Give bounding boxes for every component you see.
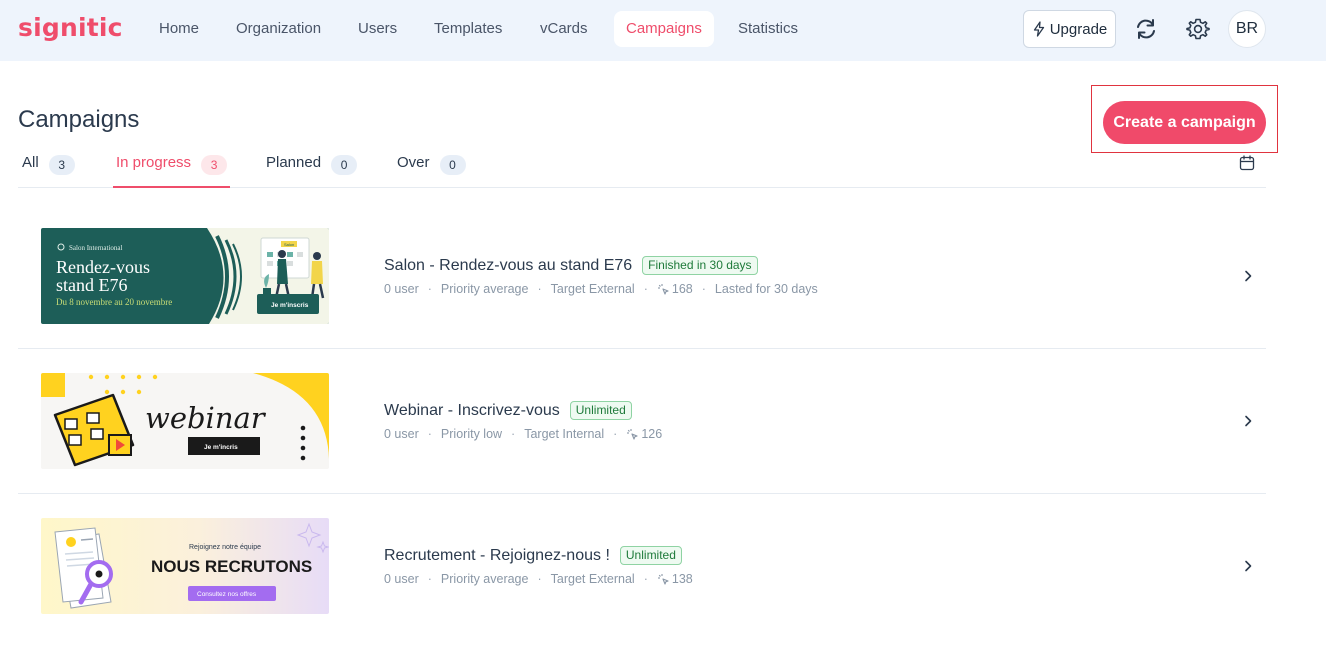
create-campaign-button[interactable]: Create a campaign xyxy=(1103,101,1266,144)
campaign-title[interactable]: Recrutement - Rejoignez-nous ! xyxy=(384,547,610,565)
banner-eyebrow: Rejoignez notre équipe xyxy=(189,544,261,551)
meta-target: Target External xyxy=(550,282,635,296)
nav-organization[interactable]: Organization xyxy=(224,11,333,47)
banner-calendar-tag: Salon xyxy=(284,242,294,247)
tab-label: Over xyxy=(397,154,430,171)
campaign-banner-recrutement: Rejoignez notre équipe NOUS RECRUTONS Co… xyxy=(41,518,329,614)
campaign-row[interactable]: Salon International Rendez-vous stand E7… xyxy=(18,204,1266,349)
upgrade-button[interactable]: Upgrade xyxy=(1023,10,1116,48)
sync-button[interactable] xyxy=(1129,12,1163,46)
nav-campaigns[interactable]: Campaigns xyxy=(614,11,714,47)
meta-target: Target Internal xyxy=(524,427,605,441)
campaign-filter-tabs: All 3 In progress 3 Planned 0 Over 0 xyxy=(18,150,1266,188)
click-icon xyxy=(657,283,669,295)
banner-headline-2: stand E76 xyxy=(56,275,128,295)
banner-dates: Du 8 novembre au 20 novembre xyxy=(56,297,172,307)
tab-all[interactable]: All 3 xyxy=(22,150,75,188)
meta-clicks: 168 xyxy=(671,282,693,296)
meta-priority: Priority low xyxy=(440,427,503,441)
meta-priority: Priority average xyxy=(440,282,529,296)
tab-planned[interactable]: Planned 0 xyxy=(266,150,358,188)
campaign-row[interactable]: webinar Je m'incris Webinar - Inscrivez-… xyxy=(18,349,1266,494)
banner-cta: Je m'inscris xyxy=(271,302,309,309)
meta-users: 0 user xyxy=(384,282,419,296)
click-icon xyxy=(657,573,669,585)
nav-home[interactable]: Home xyxy=(147,11,211,47)
lightning-icon xyxy=(1033,21,1044,37)
gear-icon xyxy=(1186,18,1210,40)
banner-headline-1: Rendez-vous xyxy=(56,257,150,277)
meta-clicks: 138 xyxy=(671,572,693,586)
user-avatar[interactable]: BR xyxy=(1228,10,1266,48)
meta-clicks: 126 xyxy=(641,427,663,441)
campaign-meta: 0 user · Priority average · Target Exter… xyxy=(384,572,693,586)
status-badge: Unlimited xyxy=(569,401,632,420)
chevron-right-icon[interactable] xyxy=(1241,414,1255,428)
status-badge: Finished in 30 days xyxy=(642,256,758,275)
nav-users[interactable]: Users xyxy=(346,11,409,47)
status-badge: Unlimited xyxy=(619,546,682,565)
tab-count: 3 xyxy=(201,155,228,175)
campaign-meta: 0 user · Priority average · Target Exter… xyxy=(384,282,818,296)
tab-count: 0 xyxy=(439,155,466,175)
campaign-banner-webinar: webinar Je m'incris xyxy=(41,373,329,469)
chevron-right-icon[interactable] xyxy=(1241,269,1255,283)
nav-vcards[interactable]: vCards xyxy=(528,11,600,47)
sync-icon xyxy=(1137,19,1155,39)
tab-label: Planned xyxy=(266,154,322,171)
banner-headline: NOUS RECRUTONS xyxy=(151,557,312,576)
campaign-title[interactable]: Webinar - Inscrivez-vous xyxy=(384,402,560,420)
chevron-right-icon[interactable] xyxy=(1241,559,1255,573)
banner-cta: Je m'incris xyxy=(204,444,238,451)
banner-eyebrow: Salon International xyxy=(69,244,123,252)
tab-in-progress[interactable]: In progress 3 xyxy=(113,150,230,188)
click-icon xyxy=(627,428,638,440)
banner-headline: webinar xyxy=(145,401,267,435)
top-navigation-bar: signitic Home Organization Users Templat… xyxy=(0,0,1326,61)
meta-target: Target External xyxy=(550,572,635,586)
campaign-banner-salon: Salon International Rendez-vous stand E7… xyxy=(41,228,329,324)
meta-duration: Lasted for 30 days xyxy=(714,282,818,296)
meta-users: 0 user xyxy=(384,427,419,441)
tab-label: In progress xyxy=(116,154,192,171)
campaign-row[interactable]: Rejoignez notre équipe NOUS RECRUTONS Co… xyxy=(18,494,1266,639)
banner-cta: Consultez nos offres xyxy=(197,591,257,598)
page-title: Campaigns xyxy=(18,106,140,133)
meta-users: 0 user xyxy=(384,572,419,586)
signitic-logo[interactable]: signitic xyxy=(18,13,123,42)
campaign-meta: 0 user · Priority low · Target Internal … xyxy=(384,427,663,441)
meta-priority: Priority average xyxy=(440,572,529,586)
tab-label: All xyxy=(22,154,39,171)
tab-over[interactable]: Over 0 xyxy=(397,150,466,188)
tab-count: 0 xyxy=(331,155,358,175)
nav-templates[interactable]: Templates xyxy=(422,11,514,47)
nav-statistics[interactable]: Statistics xyxy=(726,11,810,47)
campaign-title[interactable]: Salon - Rendez-vous au stand E76 xyxy=(384,257,632,275)
settings-button[interactable] xyxy=(1181,12,1215,46)
upgrade-label: Upgrade xyxy=(1049,20,1108,38)
calendar-icon[interactable] xyxy=(1238,154,1256,172)
tab-count: 3 xyxy=(48,155,75,175)
